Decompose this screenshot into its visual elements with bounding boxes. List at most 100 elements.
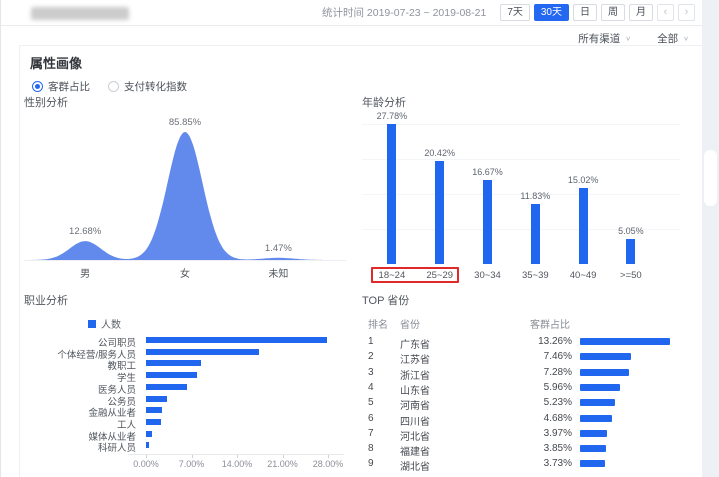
range-button-月[interactable]: 月 (629, 4, 653, 21)
page-scrollbar-track[interactable] (702, 0, 719, 477)
range-button-7天[interactable]: 7天 (500, 4, 530, 21)
prev-period-button[interactable]: ‹ (657, 4, 674, 21)
top-provinces-section: TOP 省份 排名 省份 客群占比 1广东省13.26%2江苏省7.46%3浙江… (362, 292, 696, 476)
occupation-bar[interactable] (146, 419, 161, 425)
age-value-label: 15.02% (568, 175, 599, 185)
province-rank: 4 (368, 382, 374, 393)
occupation-chart-title: 职业分析 (24, 292, 68, 308)
province-name: 四川省 (400, 413, 430, 428)
province-share-value: 4.68% (516, 413, 572, 424)
age-bar[interactable] (579, 188, 588, 264)
analytics-dashboard: 统计时间 2019-07-23 ~ 2019-08-21 7天30天日周月 ‹ … (0, 0, 719, 477)
age-bar[interactable] (387, 124, 396, 264)
province-share-bar[interactable] (580, 460, 605, 467)
occupation-bar[interactable] (146, 384, 187, 390)
gender-category-label: 未知 (268, 265, 288, 280)
province-name: 湖北省 (400, 458, 430, 473)
occupation-bar[interactable] (146, 360, 201, 366)
age-value-label: 11.83% (520, 191, 550, 201)
occupation-row: 科研人员 (24, 439, 354, 451)
chevron-down-icon: ∨ (683, 35, 689, 42)
occupation-axis-tick-label: 7.00% (179, 459, 205, 469)
occupation-axis-tick-label: 14.00% (222, 459, 253, 469)
age-bar[interactable] (531, 204, 540, 264)
occupation-row: 工人 (24, 416, 354, 428)
channel-dropdown[interactable]: 所有渠道 ∨ (578, 31, 631, 46)
occupation-analysis-section: 职业分析 人数 公司职员个体经营/服务人员教职工学生医务人员公务员金融从业者工人… (24, 292, 354, 476)
province-rank: 2 (368, 351, 374, 362)
attribute-portrait-card: 属性画像 客群占比 支付转化指数 性别分析 12.68%男85.85%女1.47… (19, 45, 703, 477)
province-rank: 8 (368, 443, 374, 454)
date-controls: 统计时间 2019-07-23 ~ 2019-08-21 7天30天日周月 ‹ … (322, 4, 695, 21)
province-share-bar[interactable] (580, 399, 615, 406)
gender-category-label: 男 (80, 265, 90, 280)
province-name: 浙江省 (400, 367, 430, 382)
app-logo (31, 7, 129, 20)
province-name: 河北省 (400, 428, 430, 443)
province-share-value: 3.97% (516, 428, 572, 439)
metric-radio-group: 客群占比 支付转化指数 (32, 79, 187, 94)
gender-value-label: 12.68% (69, 226, 101, 237)
age-bar[interactable] (626, 239, 635, 264)
occupation-bar[interactable] (146, 337, 327, 343)
gender-value-label: 85.85% (169, 117, 201, 128)
radio-selected-icon (32, 81, 43, 92)
age-analysis-section: 年龄分析 27.78%18~2420.42%25~2916.67%30~3411… (362, 94, 696, 290)
province-rank: 1 (368, 336, 374, 347)
province-name: 福建省 (400, 443, 430, 458)
occupation-bar[interactable] (146, 407, 162, 413)
range-button-日[interactable]: 日 (573, 4, 597, 21)
province-share-value: 7.28% (516, 367, 572, 378)
occupation-bar[interactable] (146, 349, 259, 355)
chevron-down-icon: ∨ (625, 35, 631, 42)
province-share-bar[interactable] (580, 430, 607, 437)
province-share-bar[interactable] (580, 369, 629, 376)
age-value-label: 5.05% (618, 226, 644, 236)
gender-density-chart: 12.68%男85.85%女1.47%未知 (24, 112, 348, 288)
filter-bar: 所有渠道 ∨ 全部 ∨ (1, 27, 703, 46)
province-name: 广东省 (400, 336, 430, 351)
province-share-bar[interactable] (580, 415, 612, 422)
age-bar[interactable] (435, 161, 444, 264)
province-rank: 5 (368, 397, 374, 408)
province-rank: 3 (368, 367, 374, 378)
province-share-value: 3.73% (516, 458, 572, 469)
occupation-row: 个体经营/服务人员 (24, 346, 354, 358)
radio-customer-share[interactable]: 客群占比 (32, 79, 90, 94)
age-category-label: >=50 (620, 270, 642, 281)
occupation-legend[interactable]: 人数 (88, 316, 121, 331)
age-value-label: 20.42% (424, 148, 455, 158)
province-share-bar[interactable] (580, 384, 620, 391)
age-bar[interactable] (483, 180, 492, 264)
province-share-bar[interactable] (580, 338, 670, 345)
radio-payment-conversion[interactable]: 支付转化指数 (108, 79, 187, 94)
age-gridline (362, 159, 680, 160)
occupation-bar[interactable] (146, 442, 149, 448)
occupation-bar[interactable] (146, 431, 152, 437)
province-share-value: 5.23% (516, 397, 572, 408)
age-bar-chart: 27.78%18~2420.42%25~2916.67%30~3411.83%3… (362, 110, 692, 290)
page-title: 属性画像 (30, 53, 82, 72)
occupation-bar[interactable] (146, 396, 167, 402)
occupation-category-label: 科研人员 (24, 440, 136, 454)
occupation-axis-tick-label: 21.00% (267, 459, 298, 469)
province-share-bar[interactable] (580, 353, 631, 360)
range-button-30天[interactable]: 30天 (534, 4, 569, 21)
scrollbar-thumb[interactable] (704, 150, 717, 206)
scope-dropdown[interactable]: 全部 ∨ (657, 31, 689, 46)
stat-time-label: 统计时间 2019-07-23 ~ 2019-08-21 (322, 5, 486, 20)
next-period-button[interactable]: › (678, 4, 695, 21)
range-button-周[interactable]: 周 (601, 4, 625, 21)
province-share-value: 5.96% (516, 382, 572, 393)
province-share-value: 13.26% (516, 336, 572, 347)
gender-axis-line (24, 260, 346, 261)
province-share-bar[interactable] (580, 445, 606, 452)
occupation-axis-tick (237, 455, 238, 458)
province-name: 河南省 (400, 397, 430, 412)
channel-dropdown-label: 所有渠道 (578, 31, 620, 46)
age-category-label: 30~34 (474, 270, 501, 281)
occupation-row: 教职工 (24, 357, 354, 369)
occupation-bar[interactable] (146, 372, 197, 378)
province-name: 山东省 (400, 382, 430, 397)
occupation-row: 公务员 (24, 393, 354, 405)
